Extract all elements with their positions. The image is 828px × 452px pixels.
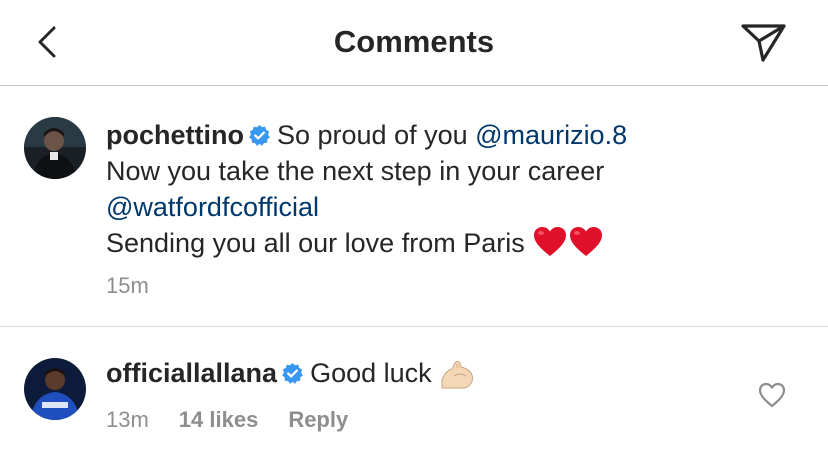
caption-line-4: Sending you all our love from Paris	[106, 225, 806, 261]
post-caption: pochettino So proud of you @maurizio.8 No…	[0, 87, 828, 327]
comment-meta: 13m 14 likes Reply	[106, 407, 378, 433]
page-title: Comments	[333, 24, 495, 59]
likes-count[interactable]: 14 likes	[179, 407, 259, 432]
caption-line-1: pochettino So proud of you @maurizio.8	[106, 117, 806, 153]
avatar[interactable]	[24, 358, 86, 420]
paper-plane-icon[interactable]	[738, 18, 790, 66]
username-link[interactable]: pochettino	[106, 120, 244, 150]
verified-badge-icon	[282, 362, 303, 384]
flexed-biceps-icon	[441, 361, 473, 389]
comment-timestamp: 13m	[106, 407, 149, 432]
username-link[interactable]: officiallallana	[106, 358, 277, 388]
reply-button[interactable]: Reply	[288, 407, 348, 432]
caption-text-1: So proud of you	[276, 120, 468, 150]
heart-outline-icon[interactable]	[758, 382, 786, 408]
caption-line-2: Now you take the next step in your caree…	[106, 156, 605, 186]
avatar[interactable]	[24, 117, 86, 179]
comment-item: officiallallana Good luck 13m 14 likes Repl…	[0, 328, 828, 452]
verified-badge-icon	[249, 124, 270, 146]
comment-body: officiallallana Good luck	[106, 355, 474, 391]
mention-link[interactable]: @maurizio.8	[475, 120, 627, 150]
caption-text: pochettino So proud of you @maurizio.8 No…	[106, 117, 806, 261]
comment-text: Good luck	[310, 358, 432, 388]
red-heart-icon	[533, 227, 602, 256]
caption-timestamp: 15m	[106, 273, 149, 298]
top-bar: Comments	[0, 0, 828, 86]
mention-link[interactable]: @watfordfcofficial	[106, 189, 806, 225]
caption-text-3: Sending you all our love from Paris	[106, 228, 525, 258]
